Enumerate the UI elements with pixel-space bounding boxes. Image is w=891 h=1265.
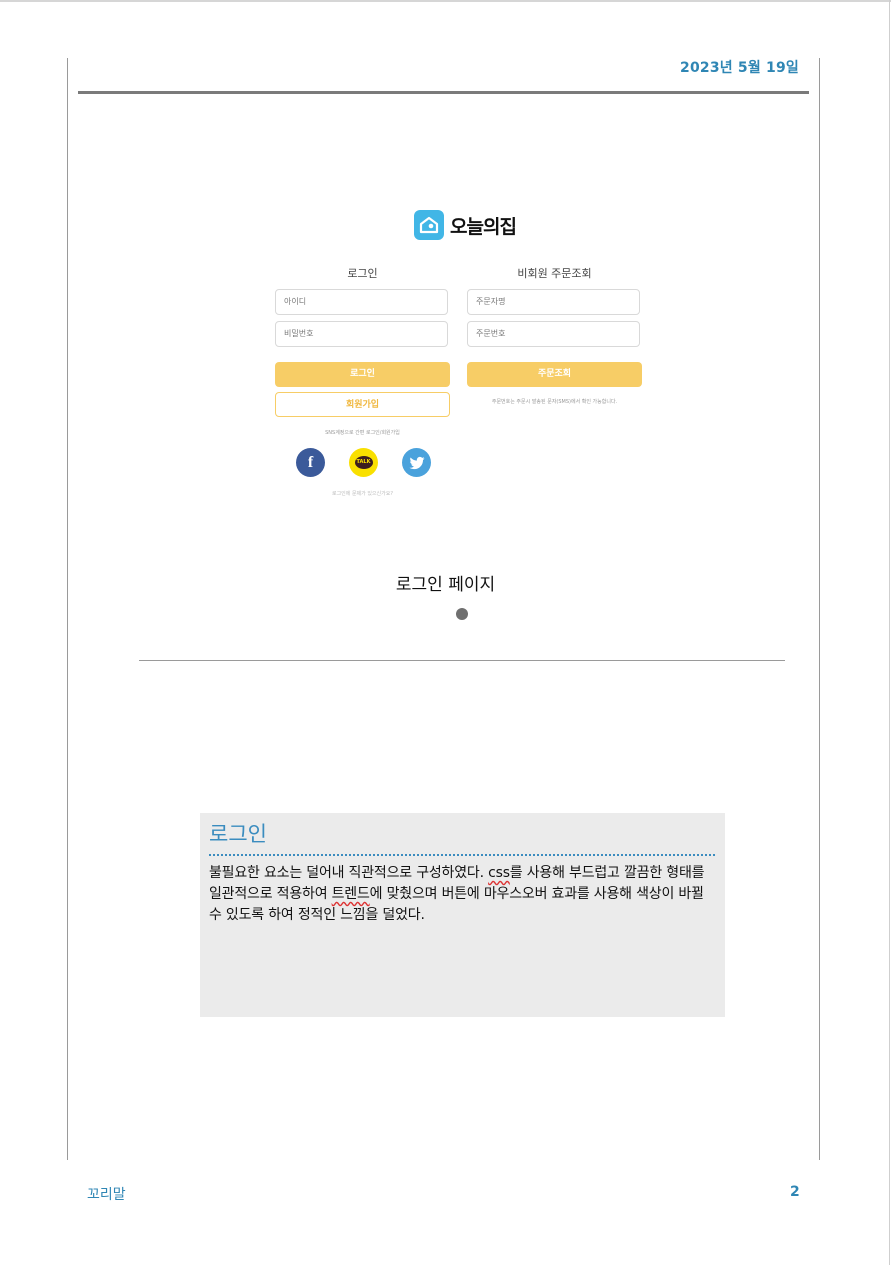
order-number-input[interactable]: 주문번호 — [467, 321, 640, 347]
login-page-screenshot: 오늘의집 로그인 비회원 주문조회 아이디 비밀번호 주문자명 주문번호 로그인… — [265, 195, 655, 515]
page-number: 2 — [790, 1184, 800, 1200]
password-input[interactable]: 비밀번호 — [275, 321, 448, 347]
guest-order-title: 비회원 주문조회 — [517, 267, 592, 280]
kakaotalk-glyph: TALK — [354, 456, 373, 469]
header-rule — [78, 91, 809, 94]
page-top-border — [0, 0, 891, 2]
login-button[interactable]: 로그인 — [275, 362, 450, 387]
right-margin-line — [819, 58, 820, 1160]
house-logo-icon — [414, 210, 444, 240]
section-divider — [139, 660, 785, 661]
note-body-text: 불필요한 요소는 덜어내 직관적으로 구성하였다. — [209, 865, 489, 881]
note-body-trend: 트렌드 — [331, 886, 370, 902]
orderer-name-input[interactable]: 주문자명 — [467, 289, 640, 315]
login-title: 로그인 — [347, 267, 378, 280]
note-box: 로그인 불필요한 요소는 덜어내 직관적으로 구성하였다. css를 사용해 부… — [200, 813, 725, 1017]
kakaotalk-icon[interactable]: TALK — [349, 448, 378, 477]
note-body-css: css — [488, 865, 510, 881]
logo-text: 오늘의집 — [450, 215, 517, 238]
note-body: 불필요한 요소는 덜어내 직관적으로 구성하였다. css를 사용해 부드럽고 … — [209, 863, 719, 926]
header-date: 2023년 5월 19일 — [680, 60, 799, 76]
figure-caption: 로그인 페이지 — [395, 575, 496, 595]
page-right-border — [889, 0, 890, 1265]
bullet-dot — [456, 608, 468, 620]
facebook-icon[interactable]: f — [296, 448, 325, 477]
facebook-glyph: f — [307, 453, 314, 471]
login-help-link[interactable]: 로그인에 문제가 있으신가요? — [275, 490, 450, 497]
note-title: 로그인 — [209, 822, 267, 846]
sns-hint: SNS계정으로 간편 로그인/회원가입 — [325, 430, 400, 436]
footer-label: 꼬리말 — [87, 1187, 126, 1203]
order-lookup-hint: 주문번호는 주문시 발송된 문자(SMS)에서 확인 가능합니다. — [491, 399, 618, 405]
twitter-icon[interactable] — [402, 448, 431, 477]
signup-button[interactable]: 회원가입 — [275, 392, 450, 417]
logo: 오늘의집 — [414, 209, 517, 241]
order-lookup-button[interactable]: 주문조회 — [467, 362, 642, 387]
left-margin-line — [67, 58, 68, 1160]
note-title-underline — [209, 854, 715, 856]
twitter-bird-icon — [409, 456, 424, 469]
id-input[interactable]: 아이디 — [275, 289, 448, 315]
